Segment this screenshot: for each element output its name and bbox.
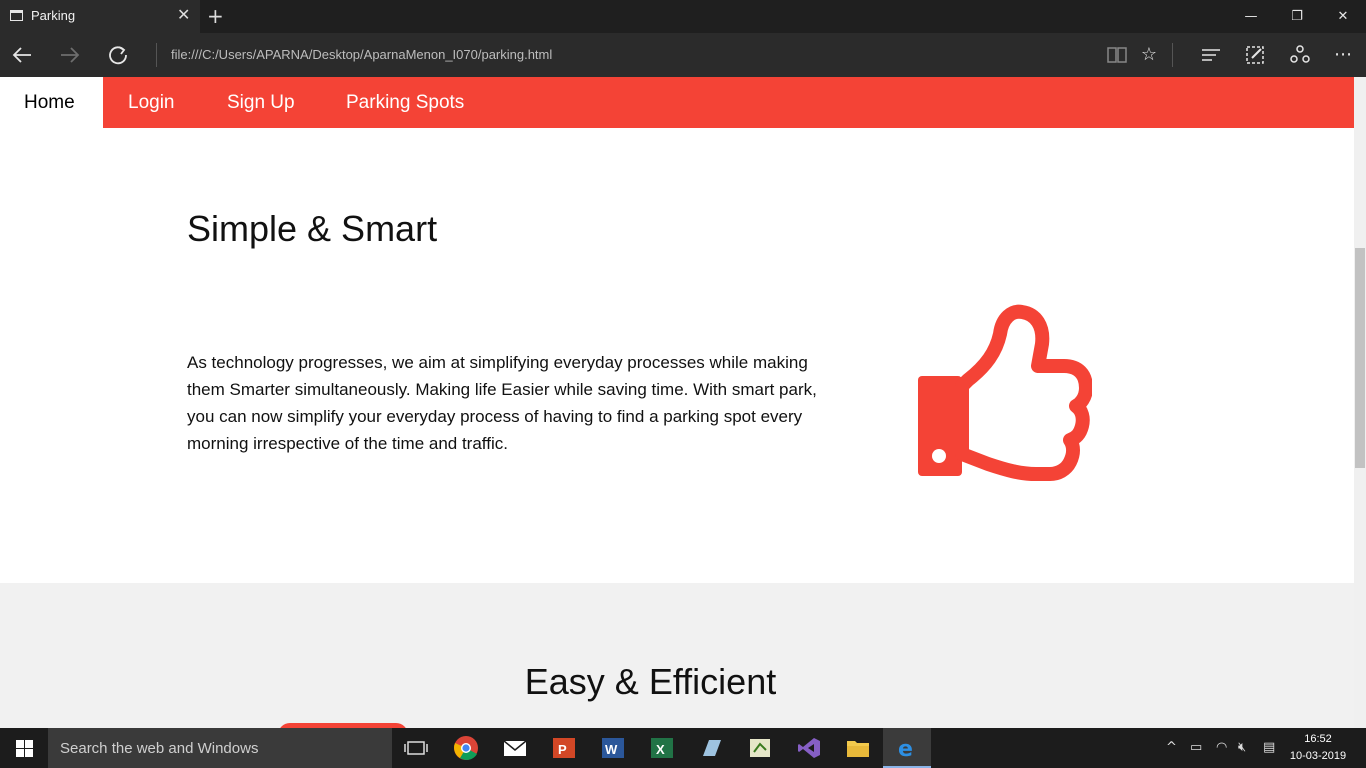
easy-efficient-section: Easy & Efficient bbox=[0, 583, 1354, 728]
tab-title: Parking bbox=[31, 8, 76, 23]
favorite-icon[interactable]: ☆ bbox=[1136, 42, 1162, 68]
section-paragraph: As technology progresses, we aim at simp… bbox=[187, 353, 817, 453]
chrome-icon[interactable] bbox=[452, 734, 480, 762]
battery-icon[interactable]: ▭ bbox=[1190, 740, 1202, 755]
windows-start-icon[interactable] bbox=[0, 728, 48, 768]
tray-expand-icon[interactable]: ^ bbox=[1166, 740, 1177, 755]
mail-icon[interactable] bbox=[501, 734, 529, 762]
page-viewport: Home Login Sign Up Parking Spots Simple … bbox=[0, 77, 1354, 728]
edge-taskbar-button[interactable]: e bbox=[883, 728, 931, 768]
browser-tab[interactable]: Parking ✕ bbox=[0, 0, 200, 33]
thumbs-up-icon bbox=[916, 304, 1093, 494]
address-separator bbox=[156, 43, 157, 67]
share-icon[interactable] bbox=[1287, 42, 1313, 68]
close-tab-icon[interactable]: ✕ bbox=[177, 6, 190, 24]
notification-icon[interactable]: ▤ bbox=[1263, 740, 1275, 755]
refresh-icon[interactable] bbox=[104, 41, 132, 69]
address-bar: file:///C:/Users/APARNA/Desktop/AparnaMe… bbox=[0, 33, 1366, 77]
task-view-icon[interactable] bbox=[402, 734, 430, 762]
edge-icon: e bbox=[893, 734, 921, 762]
editor-icon[interactable] bbox=[746, 734, 774, 762]
svg-text:e: e bbox=[898, 737, 913, 762]
more-icon[interactable]: ⋯ bbox=[1330, 42, 1356, 68]
title-bar: Parking ✕ + — ❐ ✕ bbox=[0, 0, 1366, 33]
page-icon bbox=[10, 10, 23, 21]
top-navigation: Home Login Sign Up Parking Spots bbox=[0, 77, 1354, 128]
powerpoint-icon[interactable]: P bbox=[550, 734, 578, 762]
back-icon[interactable] bbox=[8, 41, 36, 69]
volume-muted-icon[interactable]: 🔇︎ bbox=[1238, 740, 1246, 755]
toolbar-separator bbox=[1172, 43, 1173, 67]
clock-date: 10-03-2019 bbox=[1289, 750, 1347, 762]
word-icon[interactable]: W bbox=[599, 734, 627, 762]
file-explorer-icon[interactable] bbox=[844, 734, 872, 762]
new-tab-icon[interactable]: + bbox=[207, 4, 224, 28]
simple-smart-section: Simple & Smart As technology progresses,… bbox=[0, 128, 1354, 583]
scrollbar-thumb[interactable] bbox=[1355, 248, 1365, 468]
section-heading-2: Easy & Efficient bbox=[524, 661, 777, 702]
system-clock[interactable]: 16:52 10-03-2019 bbox=[1288, 731, 1348, 765]
nav-sign-up[interactable]: Sign Up bbox=[203, 77, 319, 128]
visual-studio-icon[interactable] bbox=[795, 734, 823, 762]
app-icon[interactable] bbox=[697, 734, 725, 762]
url-input[interactable]: file:///C:/Users/APARNA/Desktop/AparnaMe… bbox=[171, 47, 552, 62]
wifi-icon[interactable]: ◠ bbox=[1216, 740, 1227, 755]
restore-icon[interactable]: ❐ bbox=[1274, 0, 1320, 33]
section-heading: Simple & Smart bbox=[187, 208, 438, 249]
clock-time: 16:52 bbox=[1304, 733, 1332, 745]
web-note-icon[interactable] bbox=[1242, 42, 1268, 68]
nav-parking-spots[interactable]: Parking Spots bbox=[322, 77, 488, 128]
search-placeholder: Search the web and Windows bbox=[60, 740, 259, 757]
nav-home[interactable]: Home bbox=[0, 77, 103, 128]
forward-icon[interactable] bbox=[56, 41, 84, 69]
close-window-icon[interactable]: ✕ bbox=[1320, 0, 1366, 33]
svg-text:X: X bbox=[656, 742, 665, 757]
nav-login[interactable]: Login bbox=[104, 77, 199, 128]
svg-text:W: W bbox=[605, 742, 618, 757]
taskbar-search-input[interactable]: Search the web and Windows bbox=[48, 728, 392, 768]
minimize-icon[interactable]: — bbox=[1228, 0, 1274, 33]
reading-view-icon[interactable] bbox=[1104, 42, 1130, 68]
windows-taskbar: Search the web and Windows P W X e ^ ▭ ◠… bbox=[0, 728, 1366, 768]
hub-icon[interactable] bbox=[1198, 42, 1224, 68]
excel-icon[interactable]: X bbox=[648, 734, 676, 762]
svg-text:P: P bbox=[558, 742, 567, 757]
